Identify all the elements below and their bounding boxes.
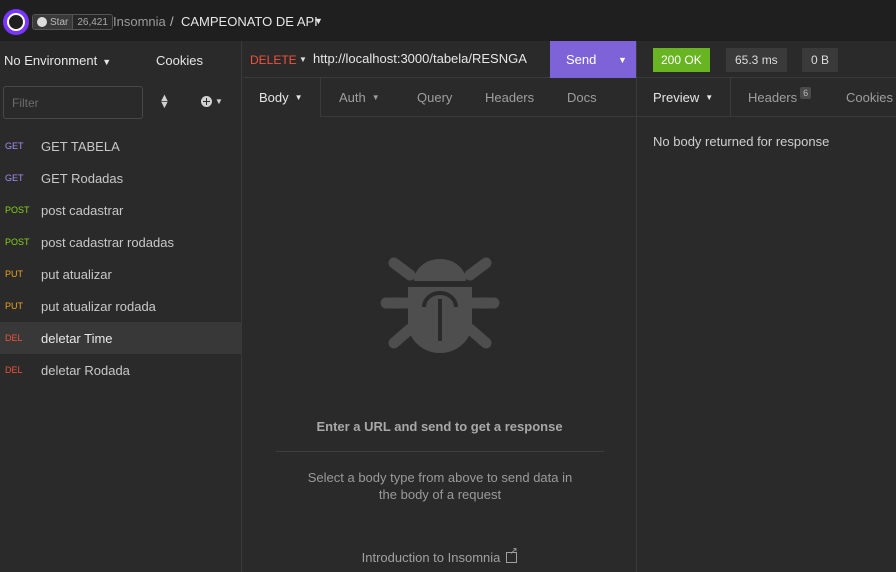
time-badge: 65.3 ms <box>726 48 787 72</box>
request-item[interactable]: POST post cadastrar <box>0 194 242 226</box>
workspace-dropdown-icon[interactable]: ▼ <box>314 16 323 26</box>
request-item[interactable]: DEL deletar Rodada <box>0 354 242 386</box>
sort-icon[interactable]: ▲ ▼ <box>159 93 170 111</box>
request-name: put atualizar rodada <box>41 298 156 314</box>
request-item[interactable]: PUT put atualizar <box>0 258 242 290</box>
method-badge: POST <box>5 205 30 215</box>
request-tabs: Body ▼ Auth ▼ Query Headers Docs <box>243 78 636 117</box>
insomnia-logo-icon[interactable] <box>3 9 29 35</box>
request-item[interactable]: POST post cadastrar rodadas <box>0 226 242 258</box>
tab-label: Headers <box>748 90 798 105</box>
filter-input[interactable] <box>3 86 143 119</box>
method-badge: PUT <box>5 269 23 279</box>
chevron-down-icon: ▼ <box>705 93 714 102</box>
github-icon <box>37 17 47 27</box>
tab-headers[interactable]: Headers <box>485 78 534 117</box>
workspace-name[interactable]: CAMPEONATO DE API <box>181 14 318 29</box>
request-name: post cadastrar rodadas <box>41 234 174 250</box>
method-badge: GET <box>5 141 24 151</box>
tab-query[interactable]: Query <box>417 78 452 117</box>
method-badge: DEL <box>5 333 23 343</box>
request-item[interactable]: GET GET Rodadas <box>0 162 242 194</box>
status-badge: 200 OK <box>653 48 710 72</box>
tab-label: Cookies <box>846 90 893 105</box>
request-name: GET Rodadas <box>41 170 124 186</box>
tab-label: Auth <box>339 90 366 105</box>
tab-response-cookies[interactable]: Cookies <box>846 78 893 117</box>
star-count: 26,421 <box>72 15 112 29</box>
link-label: Introduction to Insomnia <box>361 550 501 565</box>
environment-select[interactable]: No Environment ▼ <box>4 53 111 68</box>
size-badge: 0 B <box>802 48 839 72</box>
chevron-down-icon[interactable]: ▼ <box>618 55 627 65</box>
chevron-down-icon: ▼ <box>215 97 223 106</box>
divider <box>276 451 604 452</box>
response-body-message: No body returned for response <box>653 134 830 149</box>
url-bar: DELETE ▼ http://localhost:3000/tabela/RE… <box>243 41 636 78</box>
star-label: Star <box>50 16 69 28</box>
response-tabs: Preview ▼ Headers 6 Cookies <box>637 78 896 117</box>
request-name: deletar Rodada <box>41 362 130 378</box>
title-bar: Star 26,421 Insomnia / CAMPEONATO DE API… <box>0 0 896 41</box>
sidebar: No Environment ▼ Cookies ▲▼ ▼ GET GET TAB… <box>0 41 242 572</box>
url-input[interactable]: http://localhost:3000/tabela/RESNGA <box>313 51 527 66</box>
request-name: put atualizar <box>41 266 112 282</box>
tab-response-headers[interactable]: Headers 6 <box>748 78 812 117</box>
tab-docs[interactable]: Docs <box>567 78 597 117</box>
method-select[interactable]: DELETE <box>250 53 297 67</box>
tab-label: Query <box>417 90 453 105</box>
request-item[interactable]: PUT put atualizar rodada <box>0 290 242 322</box>
method-badge: GET <box>5 173 24 183</box>
headers-count-badge: 6 <box>800 86 812 99</box>
chevron-down-icon: ▼ <box>294 93 303 102</box>
breadcrumb-app[interactable]: Insomnia <box>113 14 166 29</box>
request-body-empty-state: Enter a URL and send to get a response S… <box>243 117 636 572</box>
response-status-bar: 200 OK 65.3 ms 0 B <box>637 41 896 78</box>
request-list: GET GET TABELA GET GET Rodadas POST post… <box>0 130 242 386</box>
request-name: post cadastrar <box>41 202 124 218</box>
github-star-button[interactable]: Star 26,421 <box>32 14 113 30</box>
request-name: deletar Time <box>41 330 113 346</box>
bug-icon <box>380 257 500 353</box>
send-label: Send <box>566 52 597 67</box>
pane-divider[interactable] <box>636 41 637 572</box>
tab-label: Preview <box>653 90 700 105</box>
plus-circle-icon <box>201 96 212 107</box>
request-name: GET TABELA <box>41 138 120 154</box>
environment-label: No Environment <box>4 53 98 68</box>
request-item-active[interactable]: DEL deletar Time <box>0 322 242 354</box>
method-badge: PUT <box>5 301 23 311</box>
chevron-down-icon[interactable]: ▼ <box>299 55 307 64</box>
cookies-button[interactable]: Cookies <box>156 53 203 68</box>
empty-state-hint: Select a body type from above to send da… <box>307 470 573 502</box>
tab-body[interactable]: Body ▼ <box>243 78 321 117</box>
send-button[interactable]: Send ▼ <box>550 41 636 78</box>
tab-label: Docs <box>567 90 597 105</box>
introduction-link[interactable]: Introduction to Insomnia <box>243 546 636 565</box>
tab-label: Body <box>259 90 289 105</box>
method-badge: DEL <box>5 365 23 375</box>
add-request-button[interactable]: ▼ <box>201 96 223 107</box>
tab-preview[interactable]: Preview ▼ <box>637 78 731 117</box>
breadcrumb-separator: / <box>170 14 174 29</box>
method-badge: POST <box>5 237 30 247</box>
chevron-down-icon: ▼ <box>102 57 112 67</box>
empty-state-title: Enter a URL and send to get a response <box>316 419 563 434</box>
tab-auth[interactable]: Auth ▼ <box>339 78 380 117</box>
tab-label: Headers <box>485 90 535 105</box>
request-item[interactable]: GET GET TABELA <box>0 130 242 162</box>
external-link-icon <box>506 546 518 563</box>
chevron-down-icon: ▼ <box>371 93 380 102</box>
